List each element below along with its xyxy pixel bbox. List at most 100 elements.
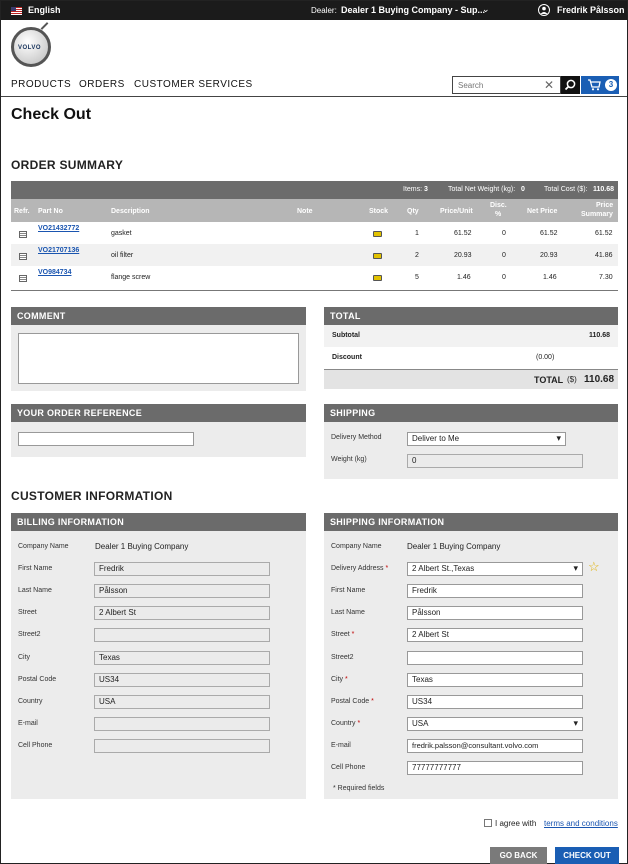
billing-postal-label: Postal Code (18, 676, 57, 683)
total-value: 110.68 (584, 374, 615, 385)
price-summary: 61.52 (595, 230, 613, 237)
col-qty: Qty (407, 208, 419, 215)
language-selector[interactable]: English (28, 5, 61, 15)
shipping-information-panel: SHIPPING INFORMATION Company Name Dealer… (324, 513, 618, 799)
shipping-first-field[interactable]: Fredrik (407, 584, 583, 598)
comment-textarea[interactable] (18, 333, 299, 384)
delivery-method-value: Deliver to Me (412, 434, 460, 443)
reference-icon[interactable] (19, 275, 27, 282)
qty: 1 (415, 230, 419, 237)
agree-checkbox[interactable] (484, 819, 492, 827)
search-icon (564, 79, 576, 91)
shipping-street-field[interactable]: 2 Albert St (407, 628, 583, 642)
delivery-address-select[interactable]: 2 Albert St.,Texas (407, 562, 583, 576)
cart-button[interactable]: 3 (581, 76, 619, 94)
shipping-first-label: First Name (331, 587, 366, 594)
col-stock: Stock (369, 208, 389, 215)
price-unit: 20.93 (454, 252, 472, 259)
shipping-last-field[interactable]: Pålsson (407, 606, 583, 620)
total-heading: TOTAL (324, 307, 618, 325)
order-reference-input[interactable] (18, 432, 194, 446)
shipping-city-field[interactable]: Texas (407, 673, 583, 687)
shipping-postal-field[interactable]: US34 (407, 695, 583, 709)
nav-orders[interactable]: ORDERS (79, 79, 125, 90)
billing-company-label: Company Name (18, 543, 69, 550)
order-summary-heading: ORDER SUMMARY (11, 158, 124, 172)
search-button[interactable] (561, 76, 580, 94)
customer-information-heading: CUSTOMER INFORMATION (11, 489, 173, 503)
col-note: Note (297, 208, 313, 215)
billing-email-label: E-mail (18, 720, 38, 727)
check-out-button[interactable]: CHECK OUT (555, 847, 619, 864)
required-marker: * (345, 676, 348, 683)
shipping-last-value: Pålsson (412, 608, 441, 617)
shipping-first-value: Fredrik (412, 586, 437, 595)
shipping-country-select[interactable]: USA (407, 717, 583, 731)
shipping-company-value: Dealer 1 Buying Company (407, 542, 501, 551)
shipping-city-value: Texas (412, 675, 433, 684)
billing-last-field: Pålsson (94, 584, 270, 598)
weight-field: 0 (407, 454, 583, 468)
shipping-cell-label: Cell Phone (331, 764, 366, 771)
shipping-street2-field[interactable] (407, 651, 583, 665)
qty: 5 (415, 274, 419, 281)
logo-text: VOLVO (18, 45, 42, 51)
items-label: Items: (403, 186, 423, 193)
col-price-unit: Price/Unit (440, 208, 473, 215)
user-name[interactable]: Fredrik Pålsson (557, 5, 625, 15)
shipping-last-label: Last Name (331, 609, 365, 616)
delivery-method-select[interactable]: Deliver to Me (407, 432, 566, 446)
order-reference-panel: YOUR ORDER REFERENCE (11, 404, 306, 457)
nav-customer-services[interactable]: CUSTOMER SERVICES (134, 79, 253, 90)
cart-icon (588, 79, 601, 91)
delivery-address-label: Delivery Address * (331, 565, 388, 572)
shipping-street-label: Street * (331, 631, 354, 638)
billing-city-value: Texas (99, 653, 120, 662)
reference-icon[interactable] (19, 231, 27, 238)
part-number-link[interactable]: VO984734 (38, 269, 71, 276)
dealer-selector[interactable]: Dealer 1 Buying Company - Sup... (341, 5, 485, 15)
reference-icon[interactable] (19, 253, 27, 260)
col-part-no: Part No (38, 208, 63, 215)
price-unit: 61.52 (454, 230, 472, 237)
billing-postal-field: US34 (94, 673, 270, 687)
required-marker: * (351, 631, 355, 638)
user-icon (538, 4, 550, 16)
weight-value: 0 (412, 456, 417, 465)
shipping-street2-label: Street2 (331, 654, 354, 661)
disc: 0 (502, 230, 506, 237)
star-icon[interactable]: ☆ (588, 559, 600, 575)
weight-label: Total Net Weight (kg): (448, 186, 516, 193)
volvo-logo[interactable]: VOLVO (11, 22, 51, 67)
terms-link[interactable]: terms and conditions (544, 819, 618, 828)
billing-street2-label: Street2 (18, 631, 41, 638)
part-number-link[interactable]: VO21432772 (38, 225, 79, 232)
shipping-country-label-text: Country (331, 720, 356, 727)
cost-value: 110.68 (593, 186, 615, 193)
col-price-summary: Price (596, 202, 614, 209)
shipping-cell-field[interactable]: 77777777777 (407, 761, 583, 775)
shipping-email-label: E-mail (331, 742, 351, 749)
clear-search-icon[interactable]: ✕ (544, 78, 554, 92)
shipping-email-field[interactable]: fredrik.palsson@consultant.volvo.com (407, 739, 583, 753)
nav-products[interactable]: PRODUCTS (11, 79, 71, 90)
billing-city-label: City (18, 654, 31, 661)
search-input[interactable] (453, 77, 533, 93)
billing-cell-label: Cell Phone (18, 742, 53, 749)
billing-country-label: Country (18, 698, 43, 705)
billing-last-label: Last Name (18, 587, 52, 594)
shipping-city-label-text: City (331, 676, 344, 683)
total-currency: ($) (567, 375, 577, 384)
shipping-email-value: fredrik.palsson@consultant.volvo.com (412, 741, 539, 750)
shipping-cell-value: 77777777777 (412, 763, 461, 772)
net-price: 1.46 (543, 274, 557, 281)
col-net-price: Net Price (527, 208, 558, 215)
table-row: VO984734 flange screw 5 1.46 0 1.46 7.30 (11, 266, 618, 288)
comment-panel: COMMENT (11, 307, 306, 391)
nav-divider (1, 96, 627, 97)
part-number-link[interactable]: VO21707136 (38, 247, 79, 254)
stock-truck-icon (373, 231, 382, 237)
go-back-button[interactable]: GO BACK (490, 847, 547, 864)
chevron-down-icon[interactable]: ⌄ (482, 4, 490, 15)
billing-first-value: Fredrik (99, 564, 124, 573)
